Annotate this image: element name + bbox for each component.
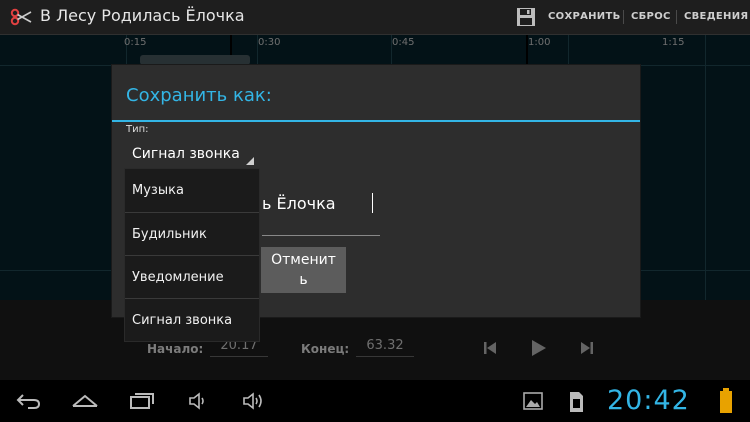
filename-value: ь Ёлочка — [262, 194, 336, 213]
action-divider — [623, 10, 624, 24]
gallery-notification-icon[interactable] — [522, 390, 544, 412]
text-cursor — [372, 193, 373, 213]
action-divider — [676, 10, 677, 24]
back-icon[interactable] — [14, 390, 42, 412]
recent-apps-icon[interactable] — [128, 390, 156, 412]
dropdown-item-music[interactable]: Музыка — [125, 169, 259, 212]
clock: 20:42 — [607, 385, 690, 416]
dropdown-item-notification[interactable]: Уведомление — [125, 256, 259, 299]
type-dropdown-list: Музыка Будильник Уведомление Сигнал звон… — [124, 168, 260, 342]
dropdown-item-label: Уведомление — [132, 270, 224, 285]
type-label: Тип: — [126, 124, 149, 135]
info-button[interactable]: СВЕДЕНИЯ — [684, 11, 748, 22]
volume-down-icon[interactable] — [187, 390, 209, 412]
dropdown-item-label: Будильник — [132, 227, 207, 242]
app-title: В Лесу Родилась Ёлочка — [40, 6, 245, 25]
cancel-button[interactable]: Отменить — [261, 247, 346, 293]
dropdown-item-alarm[interactable]: Будильник — [125, 213, 259, 256]
title-divider — [112, 120, 640, 122]
floppy-disk-icon[interactable] — [516, 7, 536, 27]
home-icon[interactable] — [70, 390, 100, 412]
cancel-button-label: Отменить — [271, 252, 336, 288]
spinner-arrow-icon — [246, 157, 254, 165]
reset-button[interactable]: СБРОС — [631, 11, 671, 22]
type-spinner[interactable]: Сигнал звонка — [126, 140, 254, 166]
action-bar: В Лесу Родилась Ёлочка СОХРАНИТЬ СБРОС С… — [0, 0, 750, 35]
scissors-icon[interactable] — [10, 8, 32, 26]
save-button[interactable]: СОХРАНИТЬ — [548, 11, 621, 22]
dropdown-item-label: Музыка — [132, 183, 184, 198]
sd-card-icon[interactable] — [567, 390, 585, 414]
type-selected-value: Сигнал звонка — [132, 146, 240, 162]
dropdown-item-ringtone[interactable]: Сигнал звонка — [125, 299, 259, 342]
volume-up-icon[interactable] — [241, 390, 265, 412]
dropdown-item-label: Сигнал звонка — [132, 313, 233, 328]
battery-icon — [720, 388, 732, 413]
filename-input[interactable]: ь Ёлочка — [262, 191, 380, 236]
dialog-title: Сохранить как: — [126, 85, 272, 106]
